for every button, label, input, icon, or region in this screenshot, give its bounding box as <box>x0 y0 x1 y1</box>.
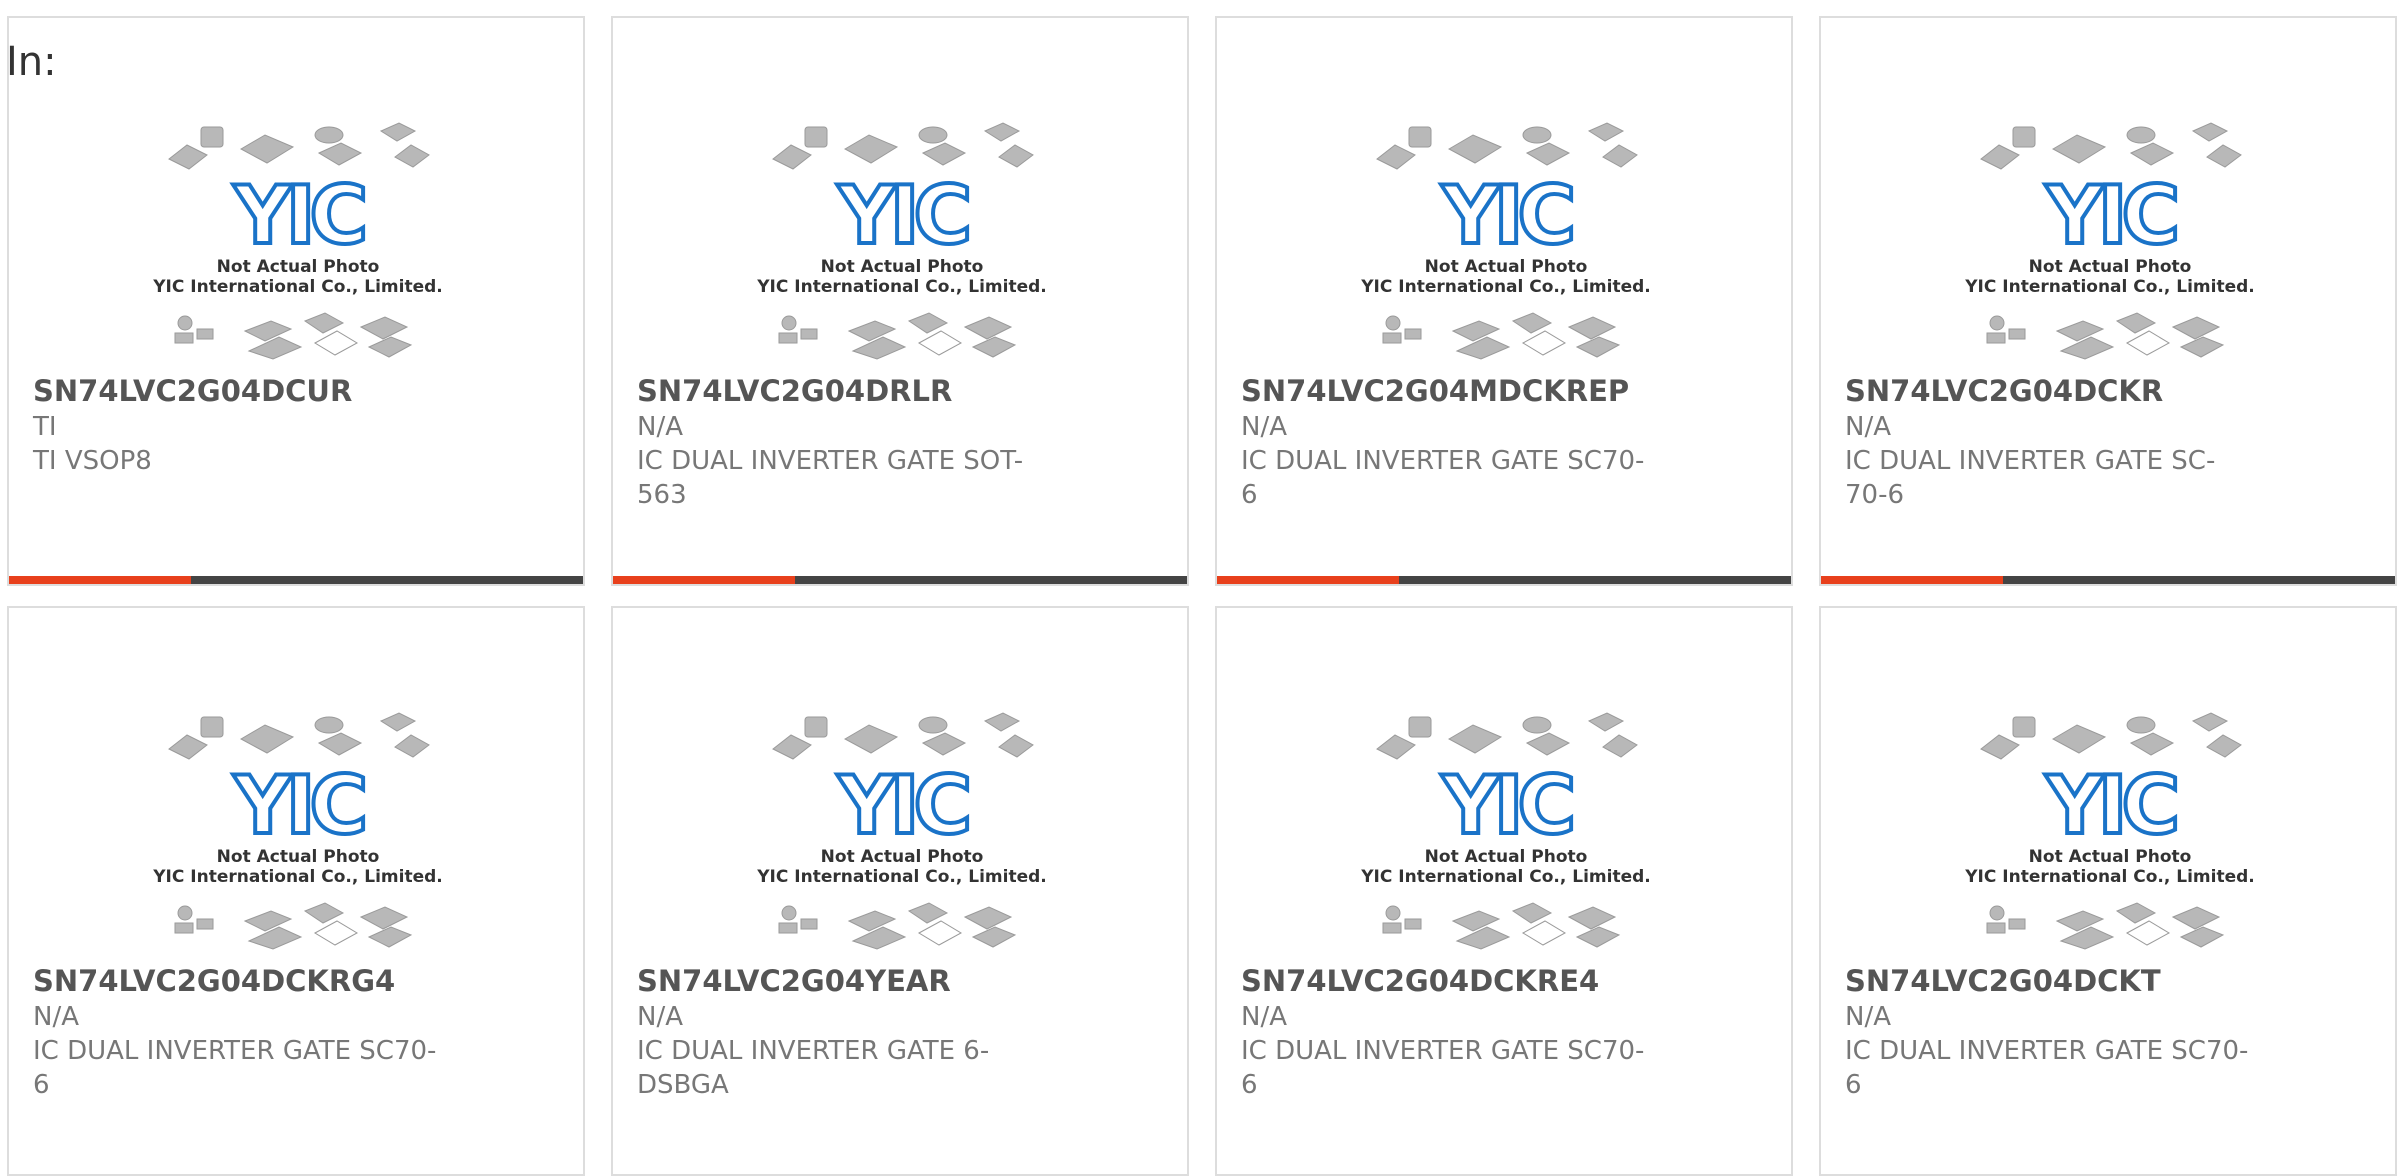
description: IC DUAL INVERTER GATE SC70-6 <box>1241 1036 1645 1100</box>
product-card[interactable]: YIC Not Actual Photo YIC International C… <box>1215 606 1793 1176</box>
card-progress-fill <box>9 576 191 584</box>
svg-text:Not Actual Photo: Not Actual Photo <box>217 847 380 867</box>
svg-text:YIC International Co., Limited: YIC International Co., Limited. <box>152 277 443 297</box>
svg-text:Not Actual Photo: Not Actual Photo <box>217 257 380 277</box>
manufacturer: TI <box>33 412 57 442</box>
part-number-link[interactable]: SN74LVC2G04MDCKREP <box>1241 373 1629 409</box>
in-label: In: <box>6 39 57 85</box>
not-actual-photo-image: YIC Not Actual Photo YIC International C… <box>152 712 443 950</box>
svg-text:YIC International Co., Limited: YIC International Co., Limited. <box>1964 277 2255 297</box>
not-actual-photo-image: YIC Not Actual Photo YIC International C… <box>1964 122 2255 360</box>
part-number-link[interactable]: SN74LVC2G04DCKRE4 <box>1241 963 1599 999</box>
product-card[interactable]: YIC Not Actual Photo YIC International C… <box>1819 606 2397 1176</box>
svg-text:YIC International Co., Limited: YIC International Co., Limited. <box>152 867 443 887</box>
part-number-link[interactable]: SN74LVC2G04DCUR <box>33 373 352 409</box>
svg-text:Not Actual Photo: Not Actual Photo <box>1425 257 1588 277</box>
manufacturer: N/A <box>1241 1002 1287 1032</box>
description: IC DUAL INVERTER GATE SC70-6 <box>1845 1036 2249 1100</box>
yic-logo: YIC <box>233 759 364 852</box>
part-number-link[interactable]: SN74LVC2G04DRLR <box>637 373 952 409</box>
not-actual-photo-image: YIC Not Actual Photo YIC International C… <box>1964 712 2255 950</box>
part-number-link[interactable]: SN74LVC2G04YEAR <box>637 963 951 999</box>
card-progress-bar <box>1821 576 2395 584</box>
yic-logo: YIC <box>2045 169 2176 262</box>
card-progress-bar <box>613 576 1187 584</box>
product-card[interactable]: YIC Not Actual Photo YIC International C… <box>7 606 585 1176</box>
svg-text:Not Actual Photo: Not Actual Photo <box>1425 847 1588 867</box>
manufacturer: N/A <box>637 412 683 442</box>
manufacturer: N/A <box>33 1002 79 1032</box>
description: IC DUAL INVERTER GATE SC-70-6 <box>1845 446 2216 510</box>
product-card[interactable]: YIC Not Actual Photo YIC International C… <box>1819 16 2397 586</box>
product-card[interactable]: YIC Not Actual Photo YIC International C… <box>7 16 585 586</box>
yic-logo: YIC <box>1441 169 1572 262</box>
not-actual-photo-image: YIC Not Actual Photo YIC International C… <box>756 712 1047 950</box>
manufacturer: N/A <box>1241 412 1287 442</box>
svg-text:Not Actual Photo: Not Actual Photo <box>821 257 984 277</box>
yic-logo: YIC <box>837 169 968 262</box>
part-number-link[interactable]: SN74LVC2G04DCKT <box>1845 963 2161 999</box>
yic-logo: YIC <box>837 759 968 852</box>
manufacturer: N/A <box>1845 1002 1891 1032</box>
card-progress-fill <box>1217 576 1399 584</box>
svg-text:YIC International Co., Limited: YIC International Co., Limited. <box>756 277 1047 297</box>
svg-text:Not Actual Photo: Not Actual Photo <box>2029 847 2192 867</box>
description: TI VSOP8 <box>33 446 152 476</box>
description: IC DUAL INVERTER GATE SC70-6 <box>33 1036 437 1100</box>
svg-text:Not Actual Photo: Not Actual Photo <box>2029 257 2192 277</box>
card-progress-bar <box>9 576 583 584</box>
card-progress-fill <box>1821 576 2003 584</box>
part-number-link[interactable]: SN74LVC2G04DCKR <box>1845 373 2163 409</box>
svg-text:YIC International Co., Limited: YIC International Co., Limited. <box>1360 277 1651 297</box>
not-actual-photo-image: YIC Not Actual Photo YIC International C… <box>1360 712 1651 950</box>
card-progress-bar <box>1217 576 1791 584</box>
product-grid: YIC Not Actual Photo YIC International C… <box>0 0 2400 1176</box>
svg-text:YIC International Co., Limited: YIC International Co., Limited. <box>756 867 1047 887</box>
svg-text:YIC International Co., Limited: YIC International Co., Limited. <box>1360 867 1651 887</box>
yic-logo: YIC <box>2045 759 2176 852</box>
manufacturer: N/A <box>637 1002 683 1032</box>
not-actual-photo-image: YIC Not Actual Photo YIC International C… <box>152 122 443 360</box>
not-actual-photo-image: YIC Not Actual Photo YIC International C… <box>756 122 1047 360</box>
yic-logo: YIC <box>1441 759 1572 852</box>
product-card[interactable]: YIC Not Actual Photo YIC International C… <box>611 606 1189 1176</box>
description: IC DUAL INVERTER GATE SC70-6 <box>1241 446 1645 510</box>
description: IC DUAL INVERTER GATE 6-DSBGA <box>637 1036 990 1100</box>
product-card[interactable]: YIC Not Actual Photo YIC International C… <box>1215 16 1793 586</box>
not-actual-photo-image: YIC Not Actual Photo YIC International C… <box>1360 122 1651 360</box>
product-card[interactable]: YIC Not Actual Photo YIC International C… <box>611 16 1189 586</box>
manufacturer: N/A <box>1845 412 1891 442</box>
yic-logo: YIC <box>233 169 364 262</box>
part-number-link[interactable]: SN74LVC2G04DCKRG4 <box>33 963 395 999</box>
svg-text:Not Actual Photo: Not Actual Photo <box>821 847 984 867</box>
description: IC DUAL INVERTER GATE SOT-563 <box>637 446 1024 510</box>
card-progress-fill <box>613 576 795 584</box>
svg-text:YIC International Co., Limited: YIC International Co., Limited. <box>1964 867 2255 887</box>
